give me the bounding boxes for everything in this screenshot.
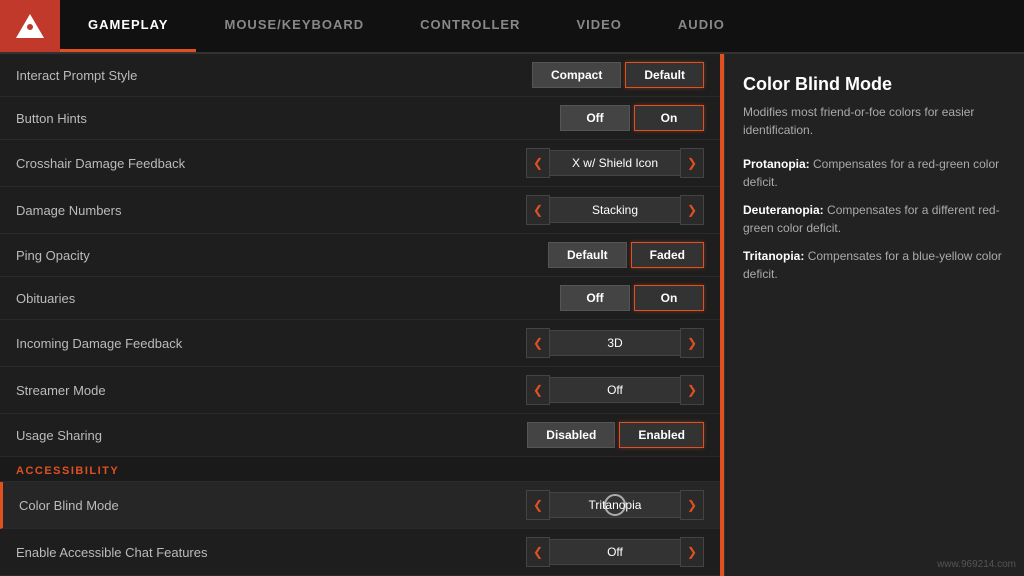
- toggle-on-obituaries[interactable]: On: [634, 285, 704, 311]
- info-item-tritanopia: Tritanopia: Compensates for a blue-yello…: [743, 247, 1006, 283]
- setting-control-accessible-chat: ❮ Off ❯: [526, 537, 704, 567]
- info-panel: Color Blind Mode Modifies most friend-or…: [724, 54, 1024, 576]
- info-term-tritanopia: Tritanopia:: [743, 249, 804, 263]
- arrow-right-color-blind[interactable]: ❯: [680, 490, 704, 520]
- setting-label-obituaries: Obituaries: [16, 291, 75, 306]
- setting-row-button-hints: Button Hints Off On: [0, 97, 720, 140]
- arrow-right-crosshair[interactable]: ❯: [680, 148, 704, 178]
- setting-label-accessible-chat: Enable Accessible Chat Features: [16, 545, 208, 560]
- setting-row-obituaries: Obituaries Off On: [0, 277, 720, 320]
- info-item-protanopia: Protanopia: Compensates for a red-green …: [743, 155, 1006, 191]
- arrow-value-damage: Stacking: [550, 197, 680, 223]
- toggle-disabled-usage[interactable]: Disabled: [527, 422, 615, 448]
- setting-control-usage-sharing: Disabled Enabled: [527, 422, 704, 448]
- setting-control-color-blind: ❮ Tritanopia ❯: [526, 490, 704, 520]
- toggle-default-ping[interactable]: Default: [548, 242, 627, 268]
- arrow-left-crosshair[interactable]: ❮: [526, 148, 550, 178]
- setting-label-streamer: Streamer Mode: [16, 383, 106, 398]
- toggle-on-button-hints[interactable]: On: [634, 105, 704, 131]
- toggle-enabled-usage[interactable]: Enabled: [619, 422, 704, 448]
- arrow-left-incoming[interactable]: ❮: [526, 328, 550, 358]
- settings-panel: Interact Prompt Style Compact Default Bu…: [0, 54, 720, 576]
- toggle-compact[interactable]: Compact: [532, 62, 621, 88]
- setting-control-damage-numbers: ❮ Stacking ❯: [526, 195, 704, 225]
- setting-control-obituaries: Off On: [560, 285, 704, 311]
- setting-control-button-hints: Off On: [560, 105, 704, 131]
- setting-row-incoming-damage: Incoming Damage Feedback ❮ 3D ❯: [0, 320, 720, 367]
- nav-tabs: GAMEPLAY MOUSE/KEYBOARD CONTROLLER VIDEO…: [60, 0, 1024, 52]
- setting-row-crosshair: Crosshair Damage Feedback ❮ X w/ Shield …: [0, 140, 720, 187]
- tab-controller[interactable]: CONTROLLER: [392, 0, 548, 52]
- arrow-value-streamer: Off: [550, 377, 680, 403]
- toggle-off-button-hints[interactable]: Off: [560, 105, 630, 131]
- setting-label-interact-prompt: Interact Prompt Style: [16, 68, 137, 83]
- info-panel-title: Color Blind Mode: [743, 74, 1006, 95]
- apex-logo-icon: [16, 14, 44, 38]
- tab-audio[interactable]: AUDIO: [650, 0, 753, 52]
- section-header-accessibility: ACCESSIBILITY: [0, 457, 720, 482]
- toggle-off-obituaries[interactable]: Off: [560, 285, 630, 311]
- arrow-right-streamer[interactable]: ❯: [680, 375, 704, 405]
- arrow-right-damage[interactable]: ❯: [680, 195, 704, 225]
- setting-row-accessible-chat: Enable Accessible Chat Features ❮ Off ❯: [0, 529, 720, 576]
- toggle-faded-ping[interactable]: Faded: [631, 242, 704, 268]
- setting-label-button-hints: Button Hints: [16, 111, 87, 126]
- setting-control-incoming-damage: ❮ 3D ❯: [526, 328, 704, 358]
- setting-label-crosshair: Crosshair Damage Feedback: [16, 156, 185, 171]
- info-panel-description: Modifies most friend-or-foe colors for e…: [743, 103, 1006, 139]
- logo-area: [0, 0, 60, 52]
- info-term-protanopia: Protanopia:: [743, 157, 810, 171]
- arrow-value-accessible-chat: Off: [550, 539, 680, 565]
- setting-row-interact-prompt: Interact Prompt Style Compact Default: [0, 54, 720, 97]
- info-item-deuteranopia: Deuteranopia: Compensates for a differen…: [743, 201, 1006, 237]
- setting-control-streamer: ❮ Off ❯: [526, 375, 704, 405]
- tab-video[interactable]: VIDEO: [548, 0, 649, 52]
- setting-label-incoming-damage: Incoming Damage Feedback: [16, 336, 182, 351]
- arrow-left-accessible-chat[interactable]: ❮: [526, 537, 550, 567]
- setting-control-ping-opacity: Default Faded: [548, 242, 704, 268]
- main-content: Interact Prompt Style Compact Default Bu…: [0, 54, 1024, 576]
- tab-mouse-keyboard[interactable]: MOUSE/KEYBOARD: [196, 0, 392, 52]
- setting-row-damage-numbers: Damage Numbers ❮ Stacking ❯: [0, 187, 720, 234]
- setting-label-color-blind: Color Blind Mode: [19, 498, 119, 513]
- setting-row-streamer: Streamer Mode ❮ Off ❯: [0, 367, 720, 414]
- setting-label-usage-sharing: Usage Sharing: [16, 428, 102, 443]
- watermark: www.969214.com: [937, 559, 1016, 570]
- toggle-default[interactable]: Default: [625, 62, 704, 88]
- setting-control-interact-prompt: Compact Default: [532, 62, 704, 88]
- setting-row-ping-opacity: Ping Opacity Default Faded: [0, 234, 720, 277]
- setting-control-crosshair: ❮ X w/ Shield Icon ❯: [526, 148, 704, 178]
- setting-row-color-blind: Color Blind Mode ❮ Tritanopia ❯: [0, 482, 720, 529]
- top-navigation: GAMEPLAY MOUSE/KEYBOARD CONTROLLER VIDEO…: [0, 0, 1024, 54]
- arrow-value-incoming: 3D: [550, 330, 680, 356]
- setting-label-ping-opacity: Ping Opacity: [16, 248, 90, 263]
- setting-row-usage-sharing: Usage Sharing Disabled Enabled: [0, 414, 720, 457]
- info-term-deuteranopia: Deuteranopia:: [743, 203, 824, 217]
- arrow-right-incoming[interactable]: ❯: [680, 328, 704, 358]
- setting-label-damage-numbers: Damage Numbers: [16, 203, 122, 218]
- arrow-value-crosshair: X w/ Shield Icon: [550, 150, 680, 176]
- tab-gameplay[interactable]: GAMEPLAY: [60, 0, 196, 52]
- arrow-value-color-blind: Tritanopia: [550, 492, 680, 518]
- arrow-left-streamer[interactable]: ❮: [526, 375, 550, 405]
- arrow-left-damage[interactable]: ❮: [526, 195, 550, 225]
- arrow-left-color-blind[interactable]: ❮: [526, 490, 550, 520]
- arrow-right-accessible-chat[interactable]: ❯: [680, 537, 704, 567]
